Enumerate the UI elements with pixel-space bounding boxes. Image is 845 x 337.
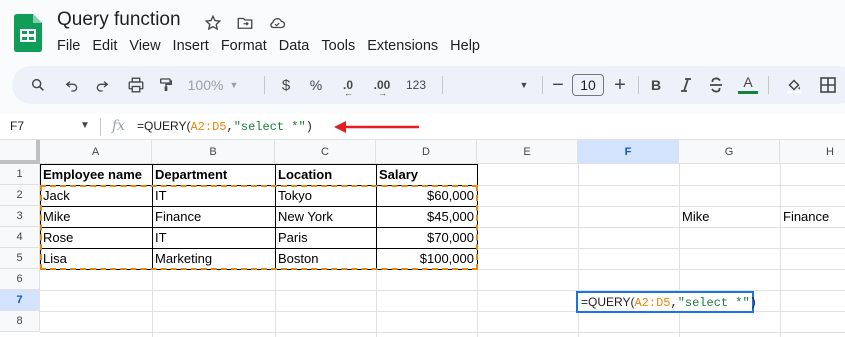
formula-input[interactable]: =QUERY(A2:D5,"select *")	[137, 119, 313, 134]
formula-bar-divider	[100, 118, 101, 136]
menu-data[interactable]: Data	[279, 38, 310, 54]
spreadsheet-grid[interactable]: A B C D E F G H 1 2 3 4 5 6 7 8 Employee…	[0, 140, 845, 337]
row-header-4[interactable]: 4	[0, 227, 40, 248]
editor-comma: ,	[670, 296, 678, 310]
range-highlight	[40, 185, 478, 270]
cell-g3[interactable]: Mike	[679, 206, 780, 227]
editor-function: =QUERY(	[581, 295, 635, 309]
fx-icon: fx	[112, 118, 126, 134]
annotation-arrow-icon	[334, 121, 419, 133]
decrease-decimal-button[interactable]: .0 ←	[336, 66, 360, 104]
column-header-c[interactable]: C	[275, 140, 376, 164]
row-header-5[interactable]: 5	[0, 248, 40, 269]
undo-icon[interactable]	[60, 66, 84, 104]
strikethrough-button[interactable]	[706, 66, 726, 104]
currency-format-button[interactable]: $	[276, 66, 296, 104]
toolbar-divider	[542, 76, 543, 94]
formula-function: =QUERY(	[137, 119, 191, 133]
formula-string: "select *"	[233, 120, 306, 134]
redo-icon[interactable]	[90, 66, 114, 104]
column-header-g[interactable]: G	[679, 140, 780, 164]
arrow-right-icon: →	[378, 88, 387, 98]
percent-format-button[interactable]: %	[306, 66, 326, 104]
fill-color-icon[interactable]	[782, 66, 806, 104]
row-header-7[interactable]: 7	[0, 290, 40, 311]
formula-close: )	[305, 120, 313, 134]
search-icon[interactable]	[26, 66, 50, 104]
formula-comma: ,	[226, 120, 234, 134]
cell-c1[interactable]: Location	[275, 164, 376, 185]
column-header-h[interactable]: H	[780, 140, 845, 164]
editor-string: "select *"	[677, 296, 750, 310]
column-header-f[interactable]: F	[578, 140, 679, 164]
document-title[interactable]: Query function	[57, 9, 181, 31]
toolbar-divider	[442, 76, 443, 94]
row-header-8[interactable]: 8	[0, 311, 40, 332]
text-color-swatch	[738, 90, 758, 94]
menu-bar: File Edit View Insert Format Data Tools …	[57, 38, 492, 54]
column-header-d[interactable]: D	[376, 140, 477, 164]
borders-icon[interactable]	[816, 66, 840, 104]
cloud-saved-icon[interactable]	[266, 12, 288, 34]
star-icon[interactable]	[202, 12, 224, 34]
move-to-folder-icon[interactable]	[234, 12, 256, 34]
menu-tools[interactable]: Tools	[321, 38, 355, 54]
column-header-b[interactable]: B	[152, 140, 275, 164]
menu-edit[interactable]: Edit	[92, 38, 117, 54]
increase-font-size-button[interactable]: +	[610, 66, 630, 104]
menu-extensions[interactable]: Extensions	[367, 38, 438, 54]
bold-button[interactable]: B	[646, 66, 666, 104]
menu-format[interactable]: Format	[221, 38, 267, 54]
menu-help[interactable]: Help	[450, 38, 480, 54]
decrease-font-size-button[interactable]: −	[548, 66, 568, 104]
chevron-down-icon: ▼	[229, 80, 239, 90]
zoom-select[interactable]: 100% ▼	[187, 66, 239, 104]
name-box[interactable]: F7	[10, 119, 24, 133]
toolbar-divider	[768, 76, 769, 94]
column-header-a[interactable]: A	[40, 140, 152, 164]
editor-range: A2:D5	[634, 296, 671, 310]
row-header-6[interactable]: 6	[0, 269, 40, 290]
zoom-value: 100%	[187, 77, 224, 93]
formula-bar: F7 ▼ fx =QUERY(A2:D5,"select *")	[0, 114, 845, 140]
font-size-input[interactable]: 10	[572, 74, 604, 96]
editor-close: )	[749, 296, 757, 310]
print-icon[interactable]	[124, 66, 148, 104]
select-all-corner[interactable]	[0, 140, 40, 164]
row-header-3[interactable]: 3	[0, 206, 40, 227]
text-color-button[interactable]: A	[736, 66, 760, 104]
more-formats-button[interactable]: 123	[402, 66, 430, 104]
sheets-logo[interactable]	[14, 14, 42, 52]
column-header-e[interactable]: E	[477, 140, 578, 164]
cell-b1[interactable]: Department	[152, 164, 275, 185]
paint-format-icon[interactable]	[154, 66, 178, 104]
active-cell-editor[interactable]: =QUERY(A2:D5,"select *")	[576, 291, 757, 313]
cell-h3[interactable]: Finance	[780, 206, 845, 227]
menu-file[interactable]: File	[57, 38, 80, 54]
menu-view[interactable]: View	[129, 38, 160, 54]
cell-d1[interactable]: Salary	[376, 164, 477, 185]
increase-decimal-button[interactable]: .00 →	[368, 66, 396, 104]
chevron-down-icon: ▼	[519, 80, 529, 90]
toolbar: 100% ▼ $ % .0 ← .00 → 123 ▼ − 10 + B A	[12, 66, 845, 104]
italic-button[interactable]	[676, 66, 696, 104]
row-header-1[interactable]: 1	[0, 164, 40, 185]
grid-line	[40, 332, 845, 333]
formula-range: A2:D5	[190, 120, 227, 134]
menu-insert[interactable]: Insert	[173, 38, 209, 54]
font-family-select[interactable]: ▼	[454, 66, 534, 104]
text-color-letter: A	[743, 73, 753, 90]
row-header-2[interactable]: 2	[0, 185, 40, 206]
arrow-left-icon: ←	[344, 88, 353, 98]
cell-a1[interactable]: Employee name	[40, 164, 152, 185]
chevron-down-icon[interactable]: ▼	[80, 120, 90, 131]
toolbar-divider	[638, 76, 639, 94]
toolbar-divider	[264, 76, 265, 94]
